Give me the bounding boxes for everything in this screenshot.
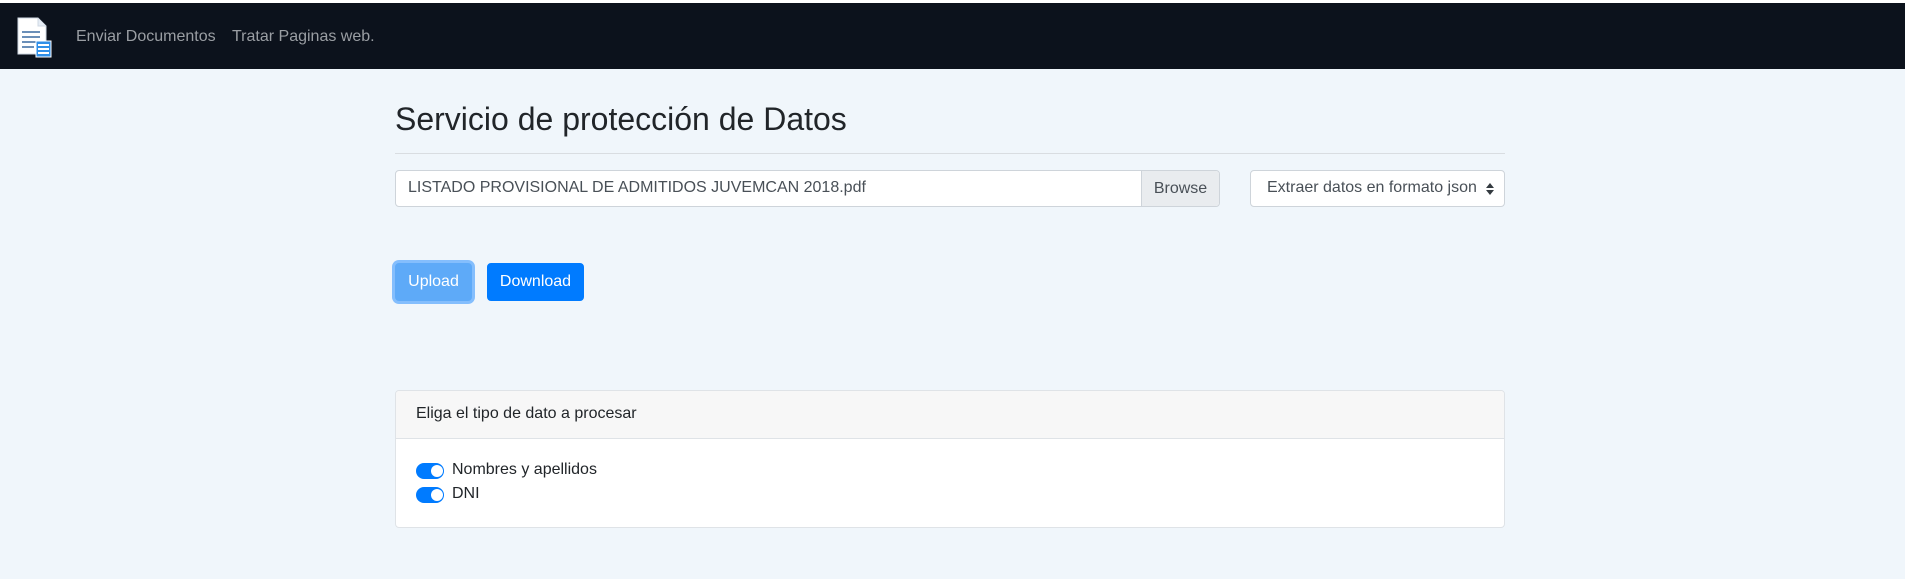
- select-caret-icon: [1486, 183, 1494, 195]
- browse-button[interactable]: Browse: [1141, 171, 1219, 206]
- card-header-text: Eliga el tipo de dato a procesar: [416, 405, 637, 422]
- page-title: Servicio de protección de Datos: [395, 101, 847, 137]
- card-header: Eliga el tipo de dato a procesar: [396, 391, 1504, 439]
- format-select[interactable]: Extraer datos en formato json: [1250, 170, 1505, 207]
- toggle-knob: [431, 465, 443, 477]
- nav-link-enviar-documentos[interactable]: Enviar Documentos: [76, 27, 216, 47]
- navbar: Enviar Documentos Tratar Paginas web.: [0, 3, 1905, 69]
- nav-link-tratar-paginas-web[interactable]: Tratar Paginas web.: [232, 27, 375, 47]
- upload-button[interactable]: Upload: [395, 263, 472, 301]
- format-select-value: Extraer datos en formato json: [1267, 179, 1477, 196]
- file-input[interactable]: LISTADO PROVISIONAL DE ADMITIDOS JUVEMCA…: [395, 170, 1220, 207]
- download-button[interactable]: Download: [487, 263, 584, 301]
- switch-label: Nombres y apellidos: [452, 461, 597, 478]
- toggle-knob: [431, 489, 443, 501]
- title-divider: [395, 153, 1505, 154]
- file-name-text: LISTADO PROVISIONAL DE ADMITIDOS JUVEMCA…: [408, 179, 866, 196]
- data-type-card: Eliga el tipo de dato a procesar Nombres…: [395, 390, 1505, 528]
- switch-label: DNI: [452, 485, 480, 502]
- document-icon[interactable]: [16, 17, 54, 59]
